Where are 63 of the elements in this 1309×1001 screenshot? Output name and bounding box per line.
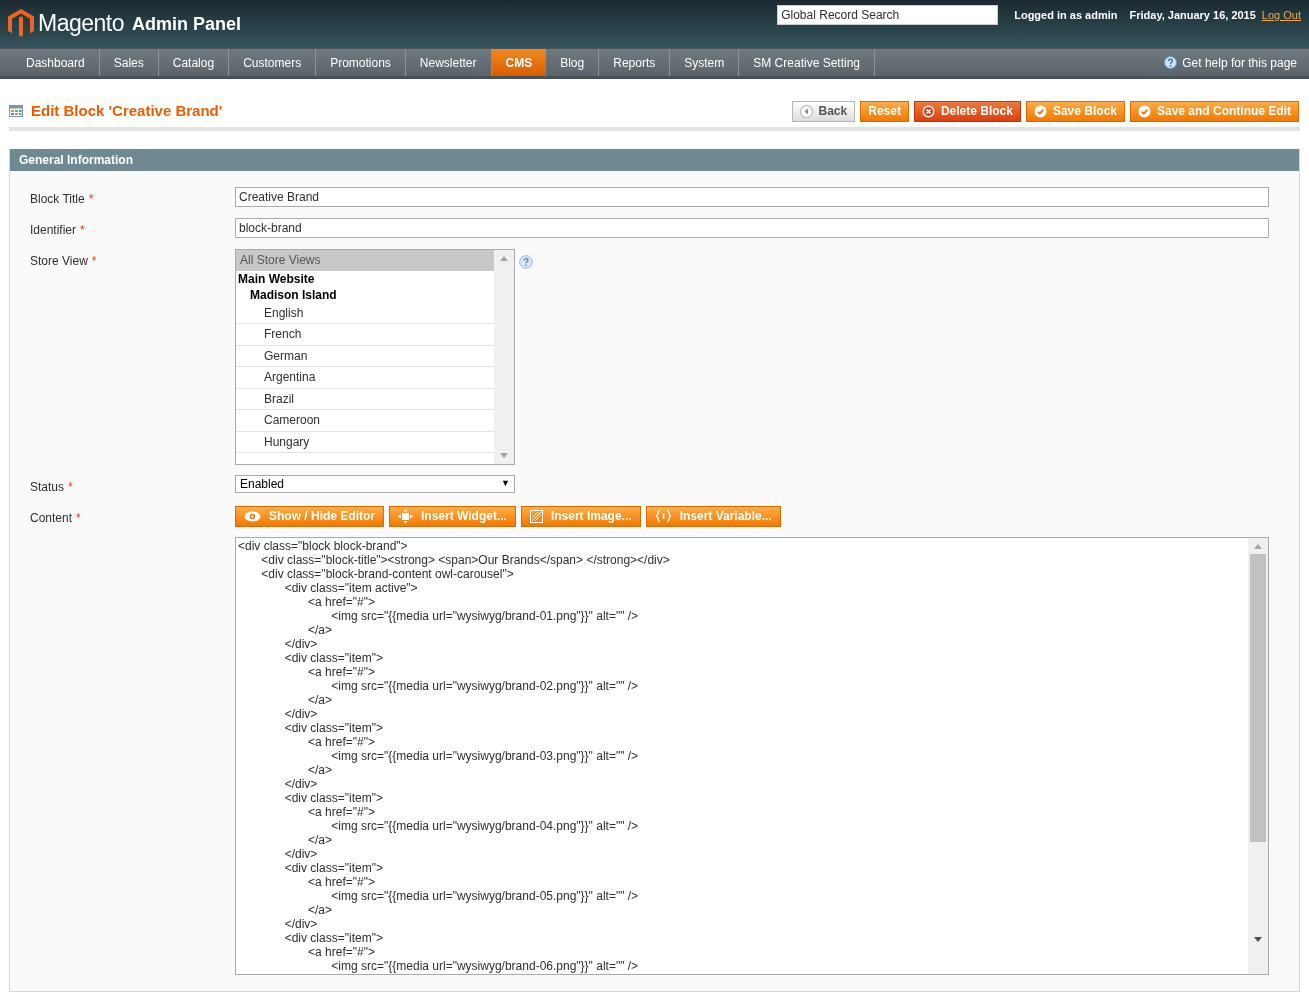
store-option[interactable]: Hungary bbox=[236, 431, 494, 453]
required-asterisk: * bbox=[68, 478, 73, 496]
nav-tab[interactable]: Dashboard bbox=[12, 49, 100, 76]
field-label: Content bbox=[30, 509, 73, 527]
scroll-up-icon[interactable] bbox=[500, 255, 508, 261]
page-title: Edit Block 'Creative Brand' bbox=[31, 101, 223, 121]
checkmark-icon bbox=[1033, 104, 1047, 118]
store-option[interactable]: Brazil bbox=[236, 388, 494, 410]
required-asterisk: * bbox=[76, 509, 81, 527]
logo-subtitle: Admin Panel bbox=[132, 13, 242, 37]
grid-icon bbox=[9, 105, 23, 118]
help-icon[interactable] bbox=[519, 254, 533, 269]
logged-in-text: Logged in as admin bbox=[1014, 7, 1118, 23]
required-asterisk: * bbox=[80, 221, 85, 239]
logo-icon bbox=[8, 8, 34, 38]
text-field[interactable]: Creative Brand bbox=[235, 186, 1269, 207]
field-label: Status bbox=[30, 478, 65, 496]
eye-icon bbox=[244, 510, 261, 522]
store-view-list[interactable]: All Store Views Main Website Madison Island English French German Argentina Brazil Cameroon Hungary bbox=[235, 248, 515, 465]
nav-tab[interactable]: Newsletter bbox=[405, 49, 492, 76]
nav-tab[interactable]: SM Creative Setting bbox=[739, 49, 875, 76]
logo-text: Magento bbox=[38, 9, 124, 38]
store-option[interactable]: German bbox=[236, 345, 494, 367]
nav-tab[interactable]: Reports bbox=[599, 49, 671, 76]
option-group-label: Main Website bbox=[237, 270, 316, 287]
close-icon bbox=[921, 104, 935, 118]
search-field[interactable]: Global Record Search bbox=[777, 5, 999, 25]
option-group-label: Madison Island bbox=[249, 286, 338, 303]
required-asterisk: * bbox=[91, 252, 97, 270]
nav-tab[interactable]: CMS bbox=[491, 49, 547, 76]
log-out-link[interactable]: Log Out bbox=[1261, 6, 1301, 24]
scroll-down-icon[interactable] bbox=[1254, 936, 1262, 942]
store-option[interactable]: Argentina bbox=[236, 367, 494, 389]
nav-tab[interactable]: Customers bbox=[229, 49, 317, 76]
store-option[interactable]: French bbox=[236, 324, 494, 346]
scrollbar-thumb[interactable] bbox=[1250, 553, 1266, 842]
nav-tab[interactable]: Sales bbox=[99, 49, 159, 76]
curly-braces-icon bbox=[654, 509, 672, 523]
field-label: Store View bbox=[30, 252, 88, 270]
nav-tab[interactable]: Promotions bbox=[316, 49, 406, 76]
content-editor[interactable]: <div class="block block-brand"> <div class="block-title"><strong> <span>Our Brands</span> </strong></div> <div class="block-brand-content owl-carousel"> <div class="item active"> <a href="#"> <img src="{{media url="wysiwyg/brand-01.png"}}" alt="" /> </a> </div> <div class="item"> <a href="#"> <img src="{{media url="wysiwyg/brand-02.png"}}" alt="" /> </a> </div> <div class="item"> <a href="#"> <img src="{{media url="wysiwyg/brand-03.png"}}" alt="" /> </a> </div> <div class="item"> <a href="#"> <img src="{{media url="wysiwyg/brand-04.png"}}" alt="" /> </a> </div> <div class="item"> <a href="#"> <img src="{{media url="wysiwyg/brand-05.png"}}" alt="" /> </a> </div> <div class="item"> <a href="#"> <img src="{{media url="wysiwyg/brand-06.png"}}" alt="" /> bbox=[235, 536, 1269, 975]
status-dropdown[interactable]: Enabled ▼ bbox=[235, 474, 515, 493]
delete-button[interactable]: Delete Block bbox=[913, 100, 1021, 122]
store-option[interactable]: All Store Views bbox=[236, 249, 494, 271]
help-icon bbox=[1164, 56, 1178, 69]
field-label: Identifier bbox=[30, 221, 77, 239]
date-text: Friday, January 16, 2015 bbox=[1129, 7, 1256, 23]
back-button[interactable]: Back bbox=[791, 100, 856, 122]
text-field[interactable]: block-brand bbox=[235, 217, 1269, 238]
required-asterisk: * bbox=[88, 190, 94, 208]
nav-tab[interactable]: Blog bbox=[546, 49, 600, 76]
scroll-up-icon[interactable] bbox=[1254, 543, 1262, 549]
section-header: General Information bbox=[10, 148, 1299, 171]
move-icon bbox=[398, 508, 413, 524]
store-option[interactable]: Cameroon bbox=[236, 410, 494, 432]
store-option[interactable]: English bbox=[236, 302, 494, 324]
scrollbar[interactable] bbox=[494, 249, 514, 464]
nav-tab[interactable]: Catalog bbox=[158, 49, 230, 76]
help-link[interactable]: Get help for this page bbox=[1164, 49, 1297, 76]
image-icon bbox=[529, 509, 543, 523]
nav-tab[interactable]: System bbox=[670, 49, 740, 76]
checkmark-icon bbox=[1138, 104, 1151, 118]
field-label: Block Title bbox=[30, 190, 85, 208]
